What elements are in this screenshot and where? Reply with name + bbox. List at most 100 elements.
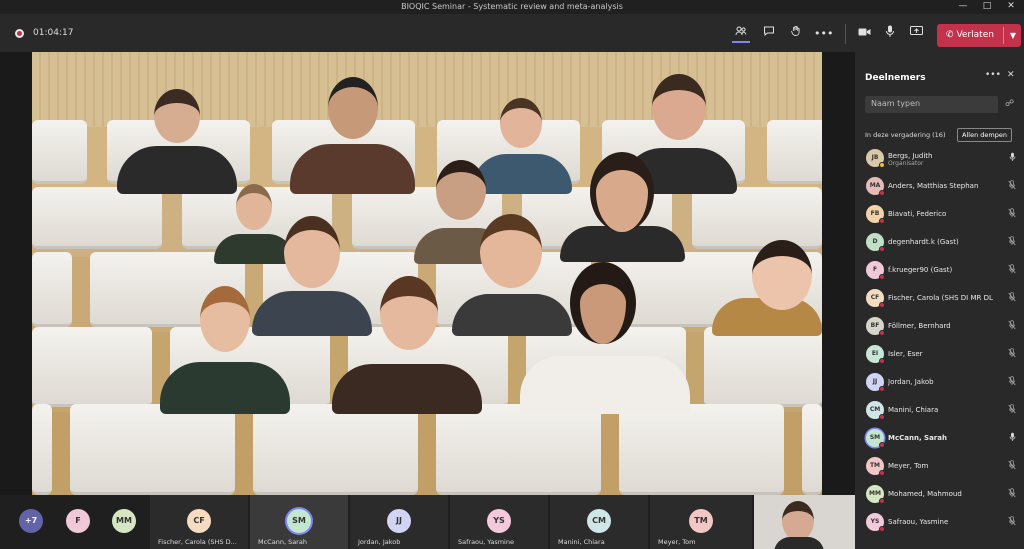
participant-name: f.krueger90 (Gast) <box>888 266 953 274</box>
seat <box>32 120 87 184</box>
microphone-icon[interactable] <box>1009 152 1016 165</box>
strip-tile-5[interactable]: TM Meyer, Tom <box>650 495 752 549</box>
participant-list-item[interactable]: FB Biavati, Federico <box>865 200 1020 228</box>
participant-list-item[interactable]: BF Föllmer, Bernhard <box>865 312 1020 340</box>
seat <box>32 327 152 407</box>
ellipsis-icon[interactable]: ••• <box>985 70 1001 80</box>
minimize-icon[interactable]: — <box>952 0 974 14</box>
participant-name: McCann, Sarah <box>888 434 947 442</box>
strip-tile-1[interactable]: SM McCann, Sarah <box>250 495 348 549</box>
people-icon[interactable] <box>732 25 750 43</box>
maximize-icon[interactable]: □ <box>976 0 998 14</box>
strip-avatar-1[interactable]: MM <box>112 509 136 533</box>
share-screen-icon[interactable] <box>907 25 925 43</box>
participant-name: Fischer, Carola (SHS DI MR DL... <box>888 294 993 302</box>
strip-tile-3[interactable]: YS Safraou, Yasmine <box>450 495 548 549</box>
strip-tile-name: Meyer, Tom <box>658 538 696 546</box>
self-view-video[interactable] <box>754 495 855 549</box>
window-title: BIOQIC Seminar - Systematic review and m… <box>401 2 623 11</box>
participant-video-figure <box>160 284 290 414</box>
presence-dot <box>879 330 885 336</box>
participant-name: Safraou, Yasmine <box>888 518 949 526</box>
seat <box>70 404 235 495</box>
microphone-muted-icon[interactable] <box>1008 404 1016 417</box>
microphone-muted-icon[interactable] <box>1008 516 1016 529</box>
participant-list-item[interactable]: Ddegenhardt.k (Gast) <box>865 228 1020 256</box>
participant-list-item[interactable]: Ff.krueger90 (Gast) <box>865 256 1020 284</box>
participant-name: degenhardt.k (Gast) <box>888 238 959 246</box>
microphone-icon[interactable] <box>881 25 899 43</box>
strip-tile-avatar: YS <box>487 509 511 533</box>
microphone-icon[interactable] <box>1009 432 1016 445</box>
seat <box>767 120 822 184</box>
share-screen-icon-graphic <box>909 26 923 35</box>
presence-dot <box>879 498 885 504</box>
seat <box>704 327 822 407</box>
presence-dot <box>879 302 885 308</box>
participant-search-input[interactable]: Naam typen <box>865 96 998 113</box>
strip-tile-avatar: TM <box>689 509 713 533</box>
participant-list-item[interactable]: CM Manini, Chiara <box>865 396 1020 424</box>
microphone-muted-icon[interactable] <box>1008 376 1016 389</box>
recording-icon <box>15 29 24 38</box>
leave-meeting-button[interactable]: ✆ Verlaten ▼ <box>937 24 1021 47</box>
microphone-muted-icon[interactable] <box>1008 180 1016 193</box>
overflow-tile[interactable]: +7 F MM <box>0 495 148 549</box>
microphone-muted-icon[interactable] <box>1008 292 1016 305</box>
strip-tile-avatar: CF <box>187 509 211 533</box>
participant-list-item[interactable]: CF Fischer, Carola (SHS DI MR DL... <box>865 284 1020 312</box>
participant-name: Biavati, Federico <box>888 210 947 218</box>
section-label: In deze vergadering (16) <box>865 131 946 139</box>
microphone-muted-icon[interactable] <box>1008 348 1016 361</box>
chat-icon[interactable] <box>760 25 778 43</box>
ellipsis-icon[interactable]: ••• <box>814 25 833 43</box>
strip-tile-4[interactable]: CM Manini, Chiara <box>550 495 648 549</box>
participant-list-item[interactable]: MM Mohamed, Mahmoud <box>865 480 1020 508</box>
participant-list-item[interactable]: JB Bergs, Judith Organisator <box>865 144 1020 172</box>
search-placeholder: Naam typen <box>871 99 921 108</box>
participant-list-item[interactable]: TM Meyer, Tom <box>865 452 1020 480</box>
presence-dot <box>879 246 885 252</box>
strip-tile-name: Safraou, Yasmine <box>458 538 514 546</box>
participant-list-item[interactable]: JJ Jordan, Jakob <box>865 368 1020 396</box>
presence-dot <box>879 386 885 392</box>
seat <box>32 187 162 249</box>
share-invite-icon[interactable]: ☍ <box>1005 99 1014 109</box>
seat <box>32 252 72 327</box>
hand-icon-graphic <box>791 25 800 36</box>
camera-icon[interactable] <box>855 25 873 43</box>
participant-name: Isler, Eser <box>888 350 923 358</box>
title-bar: BIOQIC Seminar - Systematic review and m… <box>0 0 1024 14</box>
microphone-muted-icon[interactable] <box>1008 460 1016 473</box>
microphone-muted-icon[interactable] <box>1008 264 1016 277</box>
microphone-muted-icon[interactable] <box>1008 208 1016 221</box>
microphone-muted-icon[interactable] <box>1008 236 1016 249</box>
close-window-icon[interactable]: ✕ <box>1000 0 1022 14</box>
strip-tile-2[interactable]: JJ Jordan, Jakob <box>350 495 448 549</box>
presence-dot <box>879 162 885 168</box>
participant-list-item[interactable]: YS Safraou, Yasmine <box>865 508 1020 536</box>
mute-all-button[interactable]: Allen dempen <box>957 128 1012 142</box>
meeting-timer: 01:04:17 <box>33 28 74 38</box>
strip-tile-avatar: SM <box>287 509 311 533</box>
participant-list-item[interactable]: EI Isler, Eser <box>865 340 1020 368</box>
strip-tile-avatar: CM <box>587 509 611 533</box>
leave-divider <box>1003 27 1004 44</box>
self-view-face <box>782 501 814 541</box>
camera-icon-graphic <box>858 28 870 36</box>
microphone-muted-icon[interactable] <box>1008 488 1016 501</box>
leave-label: Verlaten <box>956 30 994 40</box>
seat <box>253 404 418 495</box>
participant-list-item[interactable]: SM McCann, Sarah <box>865 424 1020 452</box>
hand-icon[interactable] <box>787 25 805 43</box>
strip-avatar-0[interactable]: F <box>66 509 90 533</box>
participant-strip: +7 F MM CF Fischer, Carola (SHS D... SM … <box>0 495 855 549</box>
participant-name: Föllmer, Bernhard <box>888 322 951 330</box>
microphone-muted-icon[interactable] <box>1008 320 1016 333</box>
chevron-down-icon[interactable]: ▼ <box>1005 24 1021 47</box>
strip-tile-0[interactable]: CF Fischer, Carola (SHS D... <box>150 495 248 549</box>
overflow-count[interactable]: +7 <box>19 509 43 533</box>
close-icon[interactable]: ✕ <box>1007 70 1015 80</box>
leave-main[interactable]: ✆ Verlaten <box>937 24 1003 47</box>
participant-list-item[interactable]: MA Anders, Matthias Stephan <box>865 172 1020 200</box>
